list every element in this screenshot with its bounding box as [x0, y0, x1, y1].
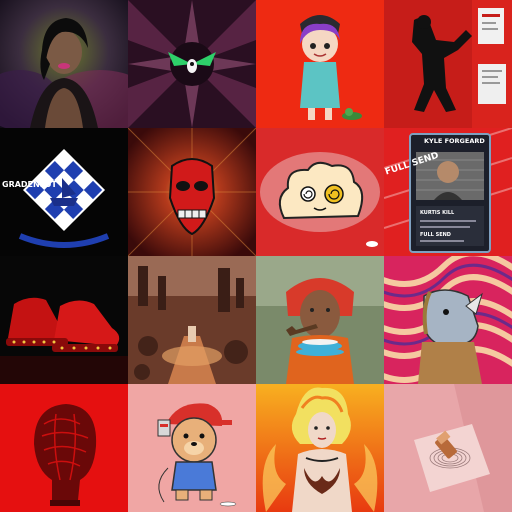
rhino-art	[384, 256, 512, 384]
tile-pink-product[interactable]	[384, 384, 512, 512]
tile-girl-with-ushanka[interactable]	[256, 0, 384, 128]
product-art	[384, 384, 512, 512]
tile-flower-thrower-stencil[interactable]	[384, 0, 512, 128]
crest-label: GRADENLOT	[2, 180, 57, 189]
tile-red-sneakers[interactable]	[0, 256, 128, 384]
id-card-field-status: FULL SEND	[420, 232, 451, 238]
tile-gradenlot-crest[interactable]: GRADENLOT	[0, 128, 128, 256]
fractal-art	[128, 256, 256, 384]
woman-portrait-art	[0, 0, 128, 128]
tile-red-head-sketch[interactable]	[0, 384, 128, 512]
portrait-art	[256, 256, 384, 384]
bear-art	[128, 384, 256, 512]
kaleidoscope-art	[128, 0, 256, 128]
girl-character-art	[256, 0, 384, 128]
tile-cloud-character[interactable]	[256, 128, 384, 256]
flame-art	[256, 384, 384, 512]
mask-art	[128, 128, 256, 256]
stencil-art	[384, 0, 512, 128]
tile-woman-with-pipe[interactable]	[256, 256, 384, 384]
tile-dark-haired-woman[interactable]	[0, 0, 128, 128]
head-sketch-art	[0, 384, 128, 512]
tile-tribal-mask[interactable]	[128, 128, 256, 256]
id-card-name: KYLE FORGEARD	[424, 137, 485, 145]
crest-art	[0, 128, 128, 256]
nft-gallery-grid: GRADENLOT KYLE FORGEARD KURTIS KILL FULL…	[0, 0, 512, 512]
sneakers-art	[0, 256, 128, 384]
tile-fractal-city[interactable]	[128, 256, 256, 384]
tile-rhino-character[interactable]	[384, 256, 512, 384]
id-card-field-name: KURTIS KILL	[420, 210, 455, 216]
tile-id-card[interactable]: KYLE FORGEARD KURTIS KILL FULL SEND FULL…	[384, 128, 512, 256]
tile-flame-hair-woman[interactable]	[256, 384, 384, 512]
tile-bear-with-cap[interactable]	[128, 384, 256, 512]
tile-kaleidoscope-fly[interactable]	[128, 0, 256, 128]
cloud-art	[256, 128, 384, 256]
